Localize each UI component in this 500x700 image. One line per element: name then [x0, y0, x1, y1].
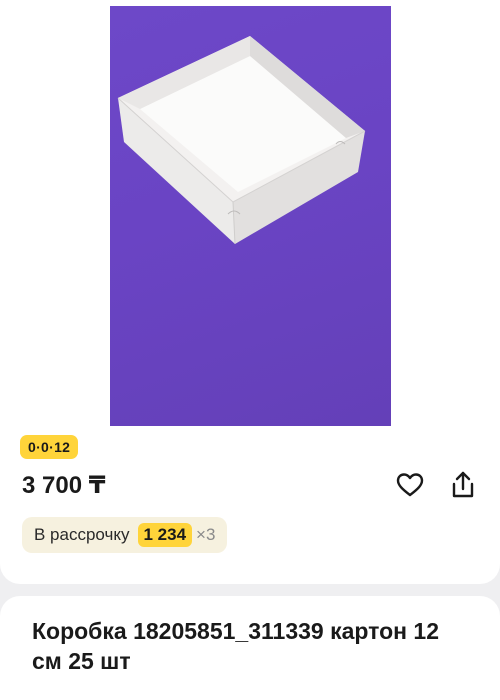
product-card: 0·0·12 3 700 ₸ В рассрочку 1 234 ×3	[0, 0, 500, 584]
product-price: 3 700 ₸	[22, 472, 106, 499]
installment-amount: 1 234	[137, 523, 193, 547]
image-gallery[interactable]	[0, 0, 500, 428]
installment-option[interactable]: В рассрочку 1 234 ×3	[22, 517, 228, 553]
installment-plan-badge: 0·0·12	[20, 435, 79, 459]
installment-label: В рассрочку	[34, 525, 130, 544]
product-info-card: Коробка 18205851_311339 картон 12 см 25 …	[0, 596, 500, 700]
installment-times: ×3	[196, 525, 216, 544]
product-photo[interactable]	[110, 6, 391, 426]
product-page: 0·0·12 3 700 ₸ В рассрочку 1 234 ×3 Коро…	[0, 0, 500, 700]
share-icon	[452, 471, 474, 498]
heart-outline-icon	[396, 473, 424, 497]
product-title: Коробка 18205851_311339 картон 12 см 25 …	[32, 618, 440, 674]
favorite-button[interactable]	[395, 470, 425, 500]
box-illustration	[117, 36, 366, 245]
share-button[interactable]	[448, 470, 478, 500]
